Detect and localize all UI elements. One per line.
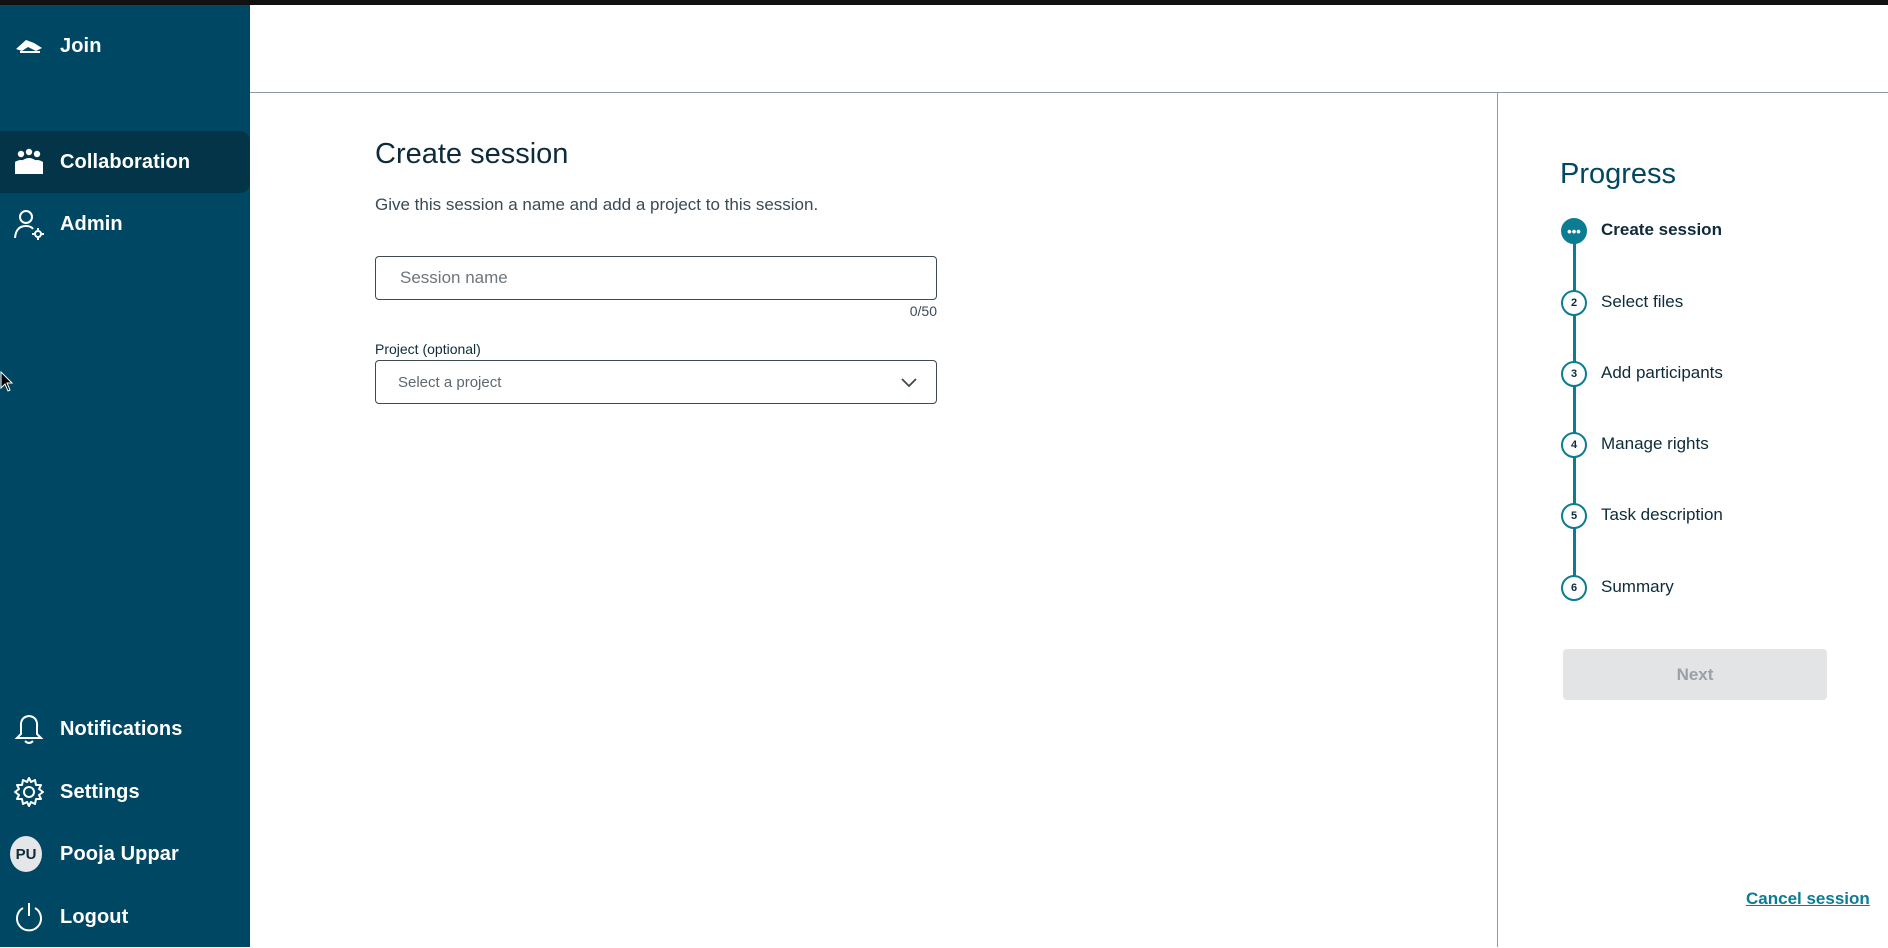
sidebar-item-label: Pooja Uppar [60, 842, 179, 865]
chevron-down-icon [900, 373, 918, 391]
sidebar-item-label: Notifications [60, 717, 183, 740]
progress-line [1573, 231, 1576, 591]
next-button[interactable]: Next [1563, 649, 1827, 700]
progress-step-summary: 6 Summary [1561, 575, 1881, 603]
sidebar-item-profile[interactable]: PU Pooja Uppar [0, 823, 250, 885]
sidebar-item-label: Collaboration [60, 150, 191, 173]
sidebar-item-logout[interactable]: Logout [0, 886, 250, 948]
step-number: 6 [1561, 575, 1587, 601]
power-icon [13, 901, 45, 933]
avatar: PU [10, 836, 42, 872]
create-session-form: Create session Give this session a name … [250, 93, 1498, 947]
sidebar-item-admin[interactable]: Admin [0, 193, 250, 255]
sidebar-item-notifications[interactable]: Notifications [0, 698, 250, 760]
progress-title: Progress [1560, 158, 1677, 190]
step-label: Create session [1601, 220, 1722, 239]
character-counter: 0/50 [909, 303, 937, 319]
project-select-value: Select a project [398, 374, 502, 391]
session-name-input[interactable] [375, 256, 937, 300]
step-number: 5 [1561, 503, 1587, 529]
sidebar-item-join[interactable]: Join [0, 15, 250, 77]
main-header [250, 5, 1888, 93]
gear-icon [13, 776, 45, 808]
sidebar: Join Collaboration Admin Notifications S… [0, 5, 250, 947]
sidebar-item-label: Settings [60, 780, 140, 803]
sidebar-item-label: Join [60, 34, 102, 57]
user-gear-icon [13, 208, 45, 240]
cancel-session-link[interactable]: Cancel session [1746, 889, 1870, 909]
sidebar-item-collaboration[interactable]: Collaboration [0, 131, 250, 193]
step-number: 3 [1561, 361, 1587, 387]
group-icon [13, 146, 45, 178]
progress-step-task-description: 5 Task description [1561, 503, 1881, 531]
step-label: Select files [1601, 292, 1684, 311]
handshake-icon [13, 30, 45, 62]
avatar-wrap: PU [10, 836, 42, 872]
step-label: Add participants [1601, 363, 1723, 382]
step-label: Manage rights [1601, 434, 1709, 453]
step-label: Summary [1601, 577, 1674, 596]
page-title: Create session [375, 138, 569, 170]
step-current-icon: ••• [1561, 218, 1587, 244]
progress-step-create-session: ••• Create session [1561, 218, 1881, 246]
sidebar-item-label: Logout [60, 905, 129, 928]
page-subtitle: Give this session a name and add a proje… [375, 195, 819, 214]
progress-step-select-files: 2 Select files [1561, 290, 1881, 318]
step-label: Task description [1601, 505, 1723, 524]
bell-icon [13, 713, 45, 745]
sidebar-item-label: Admin [60, 212, 123, 235]
mouse-cursor-icon [0, 370, 14, 393]
progress-step-add-participants: 3 Add participants [1561, 361, 1881, 389]
project-select[interactable]: Select a project [375, 360, 937, 404]
project-label: Project (optional) [375, 341, 481, 357]
step-number: 2 [1561, 290, 1587, 316]
sidebar-item-settings[interactable]: Settings [0, 761, 250, 823]
progress-step-manage-rights: 4 Manage rights [1561, 432, 1881, 460]
step-number: 4 [1561, 432, 1587, 458]
progress-panel: Progress ••• Create session 2 Select fil… [1498, 93, 1888, 947]
